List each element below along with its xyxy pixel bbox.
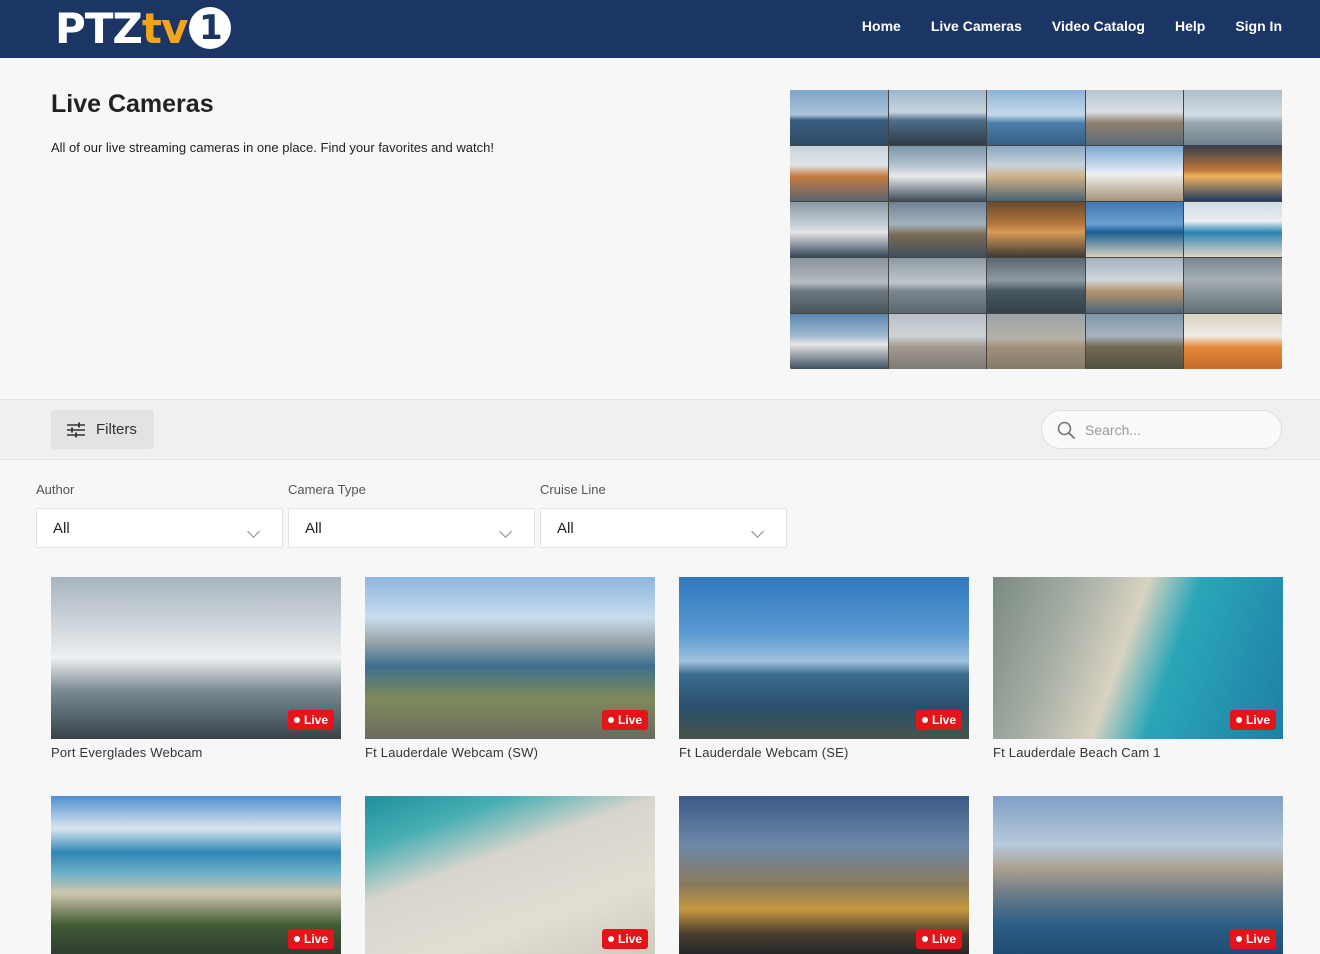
live-dot-icon	[1235, 936, 1242, 942]
camera-mosaic-image	[790, 90, 1282, 369]
cruise-line-filter: Cruise Line All	[540, 482, 787, 548]
nav-video-catalog[interactable]: Video Catalog	[1052, 18, 1145, 34]
live-dot-icon	[293, 936, 300, 942]
nav-live-cameras[interactable]: Live Cameras	[931, 18, 1022, 34]
live-badge: Live	[915, 929, 962, 949]
camera-card[interactable]: Live Ft Lauderdale Beach Cam 1	[993, 577, 1283, 760]
live-dot-icon	[607, 717, 614, 723]
live-badge: Live	[287, 710, 334, 730]
camera-thumbnail[interactable]: Live	[51, 796, 341, 954]
main-nav: Home Live Cameras Video Catalog Help Sig…	[832, 0, 1282, 52]
search-icon	[1057, 421, 1075, 439]
camera-card[interactable]: Live Ft Lauderdale Webcam (SE)	[679, 577, 969, 760]
camera-title[interactable]: Ft Lauderdale Beach Cam 1	[993, 745, 1283, 760]
cruise-line-filter-label: Cruise Line	[540, 482, 606, 497]
page-title: Live Cameras	[51, 90, 214, 118]
author-select-value: All	[53, 519, 70, 537]
camera-card[interactable]: Live	[993, 796, 1283, 954]
ptztv-logo[interactable]: PTZ tv 1	[55, 3, 232, 53]
filters-button[interactable]: Filters	[51, 410, 154, 449]
search-box[interactable]	[1041, 410, 1282, 449]
top-navbar: PTZ tv 1 Home Live Cameras Video Catalog H…	[0, 0, 1320, 58]
live-badge: Live	[287, 929, 334, 949]
nav-sign-in[interactable]: Sign In	[1235, 18, 1282, 34]
camera-type-select-value: All	[305, 519, 322, 537]
camera-thumbnail[interactable]: Live	[679, 577, 969, 739]
camera-type-select[interactable]: All	[288, 508, 535, 548]
live-dot-icon	[921, 936, 928, 942]
author-filter-label: Author	[36, 482, 75, 497]
logo-one-badge: 1	[189, 7, 232, 49]
logo-text-tv: tv	[141, 3, 188, 53]
camera-thumbnail[interactable]: Live	[993, 796, 1283, 954]
camera-title[interactable]: Ft Lauderdale Webcam (SW)	[365, 745, 655, 760]
camera-thumbnail[interactable]: Live	[365, 796, 655, 954]
live-dot-icon	[293, 717, 300, 723]
nav-help[interactable]: Help	[1175, 18, 1205, 34]
camera-type-filter-label: Camera Type	[288, 482, 366, 497]
camera-thumbnail[interactable]: Live	[51, 577, 341, 739]
camera-card[interactable]: Live	[51, 796, 341, 954]
chevron-down-icon	[247, 525, 260, 538]
chevron-down-icon	[751, 525, 764, 538]
logo-text-ptz: PTZ	[55, 3, 143, 53]
live-badge: Live	[915, 710, 962, 730]
camera-card[interactable]: Live	[365, 796, 655, 954]
camera-thumbnail[interactable]: Live	[679, 796, 969, 954]
nav-home[interactable]: Home	[862, 18, 901, 34]
page-subtitle: All of our live streaming cameras in one…	[51, 140, 494, 155]
camera-thumbnail[interactable]: Live	[993, 577, 1283, 739]
camera-thumbnail[interactable]: Live	[365, 577, 655, 739]
cruise-line-select[interactable]: All	[540, 508, 787, 548]
live-dot-icon	[1235, 717, 1242, 723]
live-badge: Live	[601, 710, 648, 730]
filter-bar: Filters	[0, 399, 1320, 460]
search-input[interactable]	[1085, 421, 1255, 438]
camera-title[interactable]: Port Everglades Webcam	[51, 745, 341, 760]
camera-card[interactable]: Live Ft Lauderdale Webcam (SW)	[365, 577, 655, 760]
live-badge: Live	[601, 929, 648, 949]
live-badge: Live	[1229, 710, 1276, 730]
cruise-line-select-value: All	[557, 519, 574, 537]
author-select[interactable]: All	[36, 508, 283, 548]
filters-button-label: Filters	[96, 421, 137, 438]
camera-card[interactable]: Live Port Everglades Webcam	[51, 577, 341, 760]
live-dot-icon	[607, 936, 614, 942]
live-badge: Live	[1229, 929, 1276, 949]
author-filter: Author All	[36, 482, 283, 548]
sliders-icon	[67, 422, 85, 437]
camera-type-filter: Camera Type All	[288, 482, 535, 548]
camera-card[interactable]: Live	[679, 796, 969, 954]
live-dot-icon	[921, 717, 928, 723]
chevron-down-icon	[499, 525, 512, 538]
camera-title[interactable]: Ft Lauderdale Webcam (SE)	[679, 745, 969, 760]
